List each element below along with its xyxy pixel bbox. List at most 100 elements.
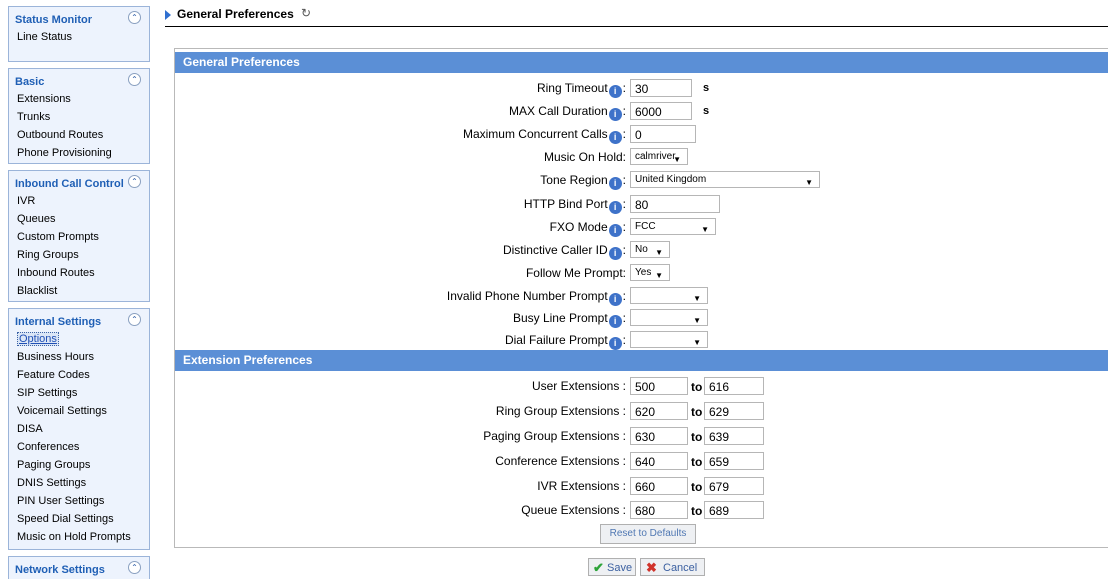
follow-me-prompt-select[interactable]: Yes ▼: [630, 264, 670, 281]
busy-line-prompt-select[interactable]: ▼: [630, 309, 708, 326]
sidebar-item-queues[interactable]: Queues: [9, 211, 149, 229]
ring-group-extensions-to-input[interactable]: 629: [704, 402, 764, 420]
cancel-button[interactable]: ✖ Cancel: [640, 558, 705, 576]
sidebar-item-speed-dial-settings[interactable]: Speed Dial Settings: [9, 511, 149, 529]
info-icon[interactable]: i: [608, 315, 622, 328]
music-on-hold-label: Music On Hold:: [543, 150, 626, 164]
distinctive-caller-id-select[interactable]: No ▼: [630, 241, 670, 258]
sidebar-item-business-hours[interactable]: Business Hours: [9, 349, 149, 367]
sidebar-item-outbound-routes[interactable]: Outbound Routes: [9, 127, 149, 145]
reset-to-defaults-button[interactable]: Reset to Defaults: [600, 524, 696, 544]
sidebar-header-network[interactable]: Network Settings ⌃: [9, 557, 149, 579]
sidebar-item-paging-groups[interactable]: Paging Groups: [9, 457, 149, 475]
info-icon[interactable]: i: [608, 131, 622, 144]
conference-extensions-to-input[interactable]: 659: [704, 452, 764, 470]
tone-region-select[interactable]: United Kingdom ▼: [630, 171, 820, 188]
paging-group-extensions-from-input[interactable]: 630: [630, 427, 688, 445]
double-chevron-up-icon[interactable]: ⌃: [128, 175, 141, 188]
info-icon[interactable]: i: [608, 293, 622, 306]
info-icon[interactable]: i: [608, 247, 622, 260]
queue-extensions-to-input[interactable]: 689: [704, 501, 764, 519]
caret-down-icon: ▼: [701, 225, 709, 234]
row-ivr-extensions: IVR Extensions : 660 to 679: [175, 475, 1108, 497]
sidebar-item-trunks[interactable]: Trunks: [9, 109, 149, 127]
ivr-extensions-to-input[interactable]: 679: [704, 477, 764, 495]
row-music-on-hold: Music On Hold: calmriver ▼: [175, 146, 1108, 168]
http-bind-port-input[interactable]: 80: [630, 195, 720, 213]
sidebar-item-custom-prompts[interactable]: Custom Prompts: [9, 229, 149, 247]
busy-line-prompt-label: Busy Line Prompt i:: [512, 311, 626, 328]
ring-timeout-input[interactable]: 30: [630, 79, 692, 97]
fxo-mode-select[interactable]: FCC ▼: [630, 218, 716, 235]
invalid-phone-prompt-select[interactable]: ▼: [630, 287, 708, 304]
sidebar-item-options[interactable]: Options: [9, 331, 149, 349]
max-call-duration-unit: s: [703, 105, 710, 117]
sidebar-header-status-monitor[interactable]: Status Monitor ⌃: [9, 7, 149, 29]
sidebar-item-blacklist[interactable]: Blacklist: [9, 283, 149, 301]
sidebar-item-ring-groups[interactable]: Ring Groups: [9, 247, 149, 265]
sidebar-item-sip-settings[interactable]: SIP Settings: [9, 385, 149, 403]
save-label: Save: [607, 562, 633, 574]
double-chevron-up-icon[interactable]: ⌃: [128, 561, 141, 574]
triangle-right-icon: [165, 10, 171, 20]
sidebar-header-inbound[interactable]: Inbound Call Control ⌃: [9, 171, 149, 193]
sidebar-item-conferences[interactable]: Conferences: [9, 439, 149, 457]
dial-failure-prompt-label: Dial Failure Prompt i:: [504, 333, 626, 350]
max-concurrent-calls-input[interactable]: 0: [630, 125, 696, 143]
sidebar-header-internal[interactable]: Internal Settings ⌃: [9, 309, 149, 331]
sidebar-item-phone-provisioning[interactable]: Phone Provisioning: [9, 145, 149, 163]
sidebar-item-pin-user-settings[interactable]: PIN User Settings: [9, 493, 149, 511]
queue-extensions-from-input[interactable]: 680: [630, 501, 688, 519]
sidebar-header-basic[interactable]: Basic ⌃: [9, 69, 149, 91]
sidebar-item-inbound-routes[interactable]: Inbound Routes: [9, 265, 149, 283]
sidebar-panel-basic: Basic ⌃ Extensions Trunks Outbound Route…: [8, 68, 150, 164]
double-chevron-up-icon[interactable]: ⌃: [128, 73, 141, 86]
http-bind-port-label: HTTP Bind Port i:: [523, 197, 626, 214]
checkmark-icon: ✔: [593, 560, 604, 575]
row-distinctive-caller-id: Distinctive Caller ID i: No ▼: [175, 239, 1108, 261]
sidebar-panel-inbound-call-control: Inbound Call Control ⌃ IVR Queues Custom…: [8, 170, 150, 302]
ivr-extensions-from-input[interactable]: 660: [630, 477, 688, 495]
refresh-icon[interactable]: ↻: [301, 6, 311, 20]
sidebar-item-music-on-hold-prompts[interactable]: Music on Hold Prompts: [9, 529, 149, 547]
info-icon[interactable]: i: [608, 177, 622, 190]
caret-down-icon: ▼: [655, 248, 663, 257]
info-icon[interactable]: i: [608, 85, 622, 98]
save-button[interactable]: ✔ Save: [588, 558, 636, 576]
main-panel: General Preferences Ring Timeout i: 30 s …: [174, 48, 1108, 548]
sidebar-item-ivr[interactable]: IVR: [9, 193, 149, 211]
ring-timeout-label: Ring Timeout i:: [536, 81, 626, 98]
info-icon[interactable]: i: [608, 108, 622, 121]
max-call-duration-input[interactable]: 6000: [630, 102, 692, 120]
info-icon[interactable]: i: [608, 337, 622, 350]
user-extensions-from-input[interactable]: 500: [630, 377, 688, 395]
caret-down-icon: ▼: [655, 271, 663, 280]
conference-extensions-from-input[interactable]: 640: [630, 452, 688, 470]
max-call-duration-label: MAX Call Duration i:: [508, 104, 626, 121]
paging-group-extensions-to-input[interactable]: 639: [704, 427, 764, 445]
sidebar-item-disa[interactable]: DISA: [9, 421, 149, 439]
ring-timeout-unit: s: [703, 82, 710, 94]
double-chevron-up-icon[interactable]: ⌃: [128, 313, 141, 326]
sidebar-item-extensions[interactable]: Extensions: [9, 91, 149, 109]
info-icon[interactable]: i: [608, 201, 622, 214]
row-ring-group-extensions: Ring Group Extensions : 620 to 629: [175, 400, 1108, 422]
dial-failure-prompt-select[interactable]: ▼: [630, 331, 708, 348]
sidebar-item-voicemail-settings[interactable]: Voicemail Settings: [9, 403, 149, 421]
queue-extensions-label: Queue Extensions :: [521, 503, 626, 517]
sidebar-item-line-status[interactable]: Line Status: [9, 29, 149, 47]
user-extensions-to-input[interactable]: 616: [704, 377, 764, 395]
page-title: General Preferences: [177, 7, 294, 21]
row-max-concurrent-calls: Maximum Concurrent Calls i: 0: [175, 123, 1108, 145]
ring-group-extensions-from-input[interactable]: 620: [630, 402, 688, 420]
sidebar-item-dnis-settings[interactable]: DNIS Settings: [9, 475, 149, 493]
distinctive-caller-id-label: Distinctive Caller ID i:: [502, 243, 626, 260]
double-chevron-up-icon[interactable]: ⌃: [128, 11, 141, 24]
user-extensions-label: User Extensions :: [531, 379, 626, 393]
sidebar-title: Status Monitor: [15, 14, 92, 26]
info-icon[interactable]: i: [608, 224, 622, 237]
sidebar-item-feature-codes[interactable]: Feature Codes: [9, 367, 149, 385]
music-on-hold-select[interactable]: calmriver ▼: [630, 148, 688, 165]
conference-extensions-label: Conference Extensions :: [495, 454, 626, 468]
row-http-bind-port: HTTP Bind Port i: 80: [175, 193, 1108, 215]
